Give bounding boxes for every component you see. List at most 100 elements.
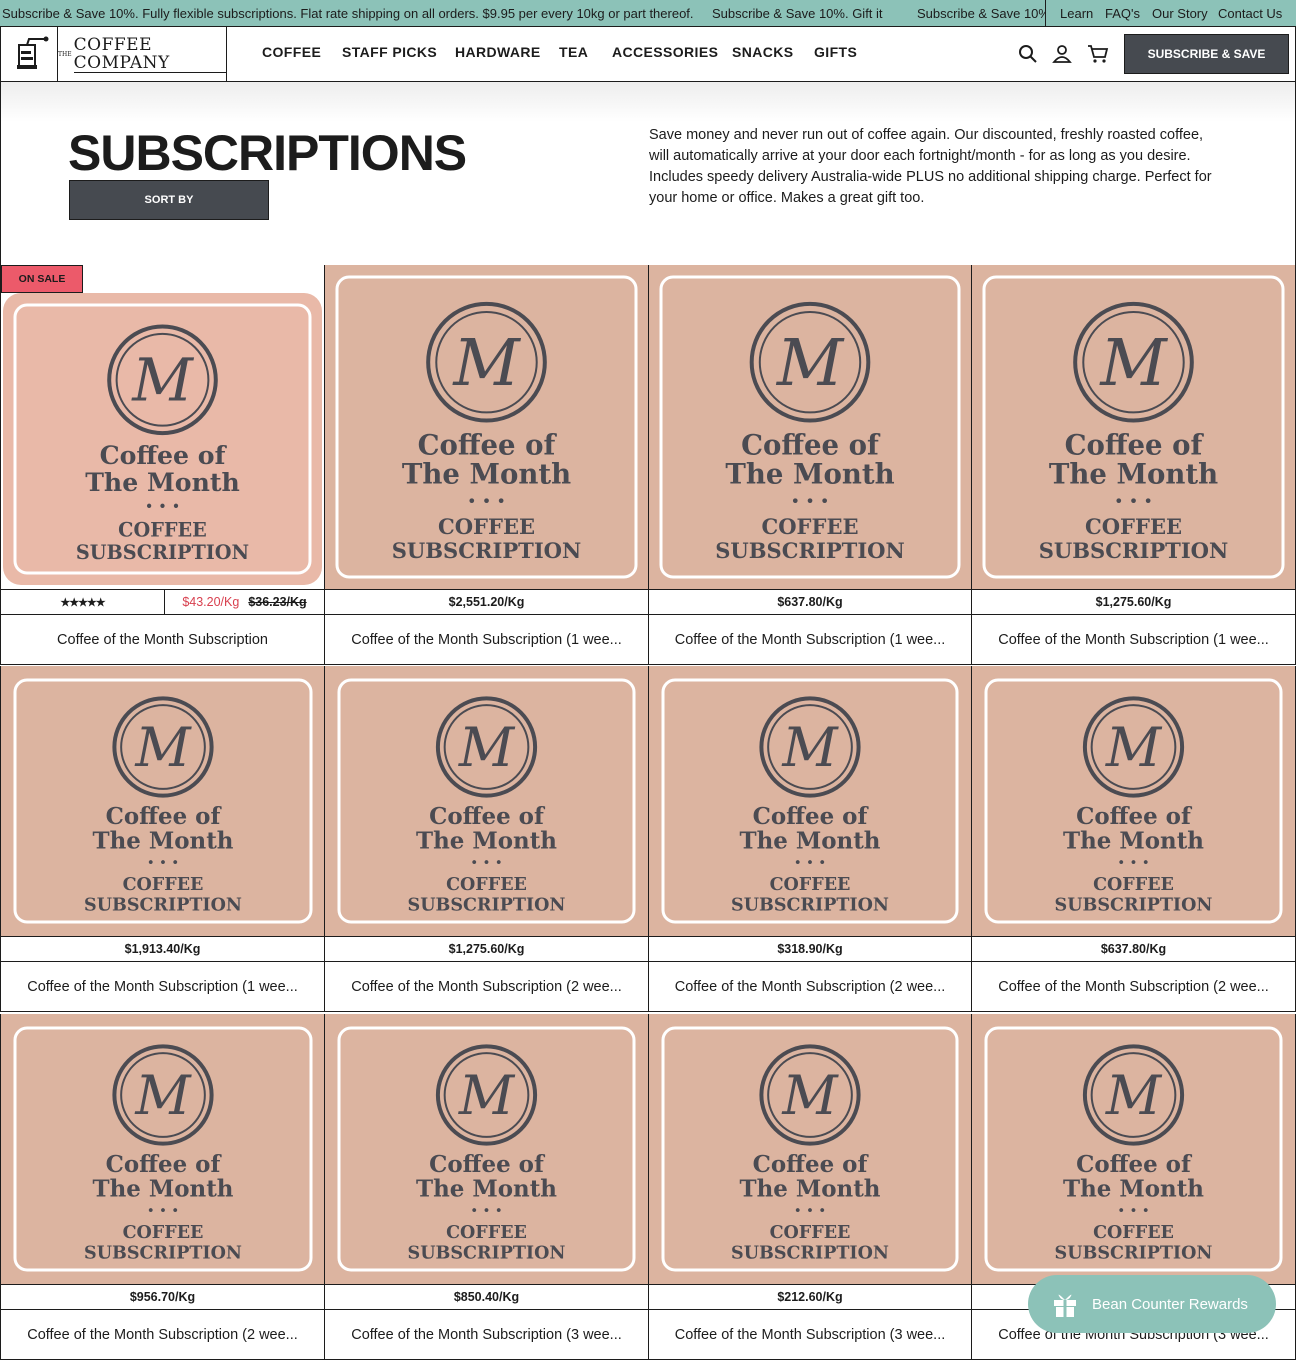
product-art-line-2: The Month <box>740 1175 881 1202</box>
product-price: $2,551.20/Kg <box>325 589 648 615</box>
nav-tea[interactable]: TEA <box>559 44 588 60</box>
product-art-dots: • • • <box>794 855 826 871</box>
product-image[interactable]: M Coffee of The Month • • • COFFEE SUBSC… <box>1 291 324 587</box>
cart-icon[interactable] <box>1087 44 1109 64</box>
product-art-line-1: Coffee of <box>418 430 558 462</box>
product-art-dots: • • • <box>147 855 179 871</box>
grinder-logo-icon[interactable] <box>1 27 58 81</box>
nav-accessories[interactable]: ACCESSORIES <box>612 44 718 60</box>
collection-hero: SUBSCRIPTIONS SORT BY Save money and nev… <box>0 82 1296 266</box>
product-image[interactable]: M Coffee of The Month • • • COFFEE SUBSC… <box>649 666 971 936</box>
collection-description: Save money and never run out of coffee a… <box>649 125 1229 209</box>
product-art-line-2: The Month <box>85 467 240 497</box>
product-title[interactable]: Coffee of the Month Subscription (1 wee.… <box>972 615 1295 665</box>
product-title[interactable]: Coffee of the Month Subscription (2 wee.… <box>972 962 1295 1012</box>
product-card[interactable]: M Coffee of The Month • • • COFFEE SUBSC… <box>325 265 649 665</box>
logo-prefix: THE <box>58 50 72 58</box>
product-card[interactable]: M Coffee of The Month • • • COFFEE SUBSC… <box>649 265 972 665</box>
product-card[interactable]: M Coffee of The Month • • • COFFEE SUBSC… <box>649 666 972 1012</box>
product-title[interactable]: Coffee of the Month Subscription (3 wee.… <box>649 1310 971 1360</box>
product-title-text: Coffee of the Month Subscription (2 wee.… <box>674 979 946 995</box>
search-icon[interactable] <box>1018 44 1038 64</box>
product-title-text: Coffee of the Month Subscription (2 wee.… <box>27 1327 298 1343</box>
product-art-line-4: SUBSCRIPTION <box>1039 538 1229 563</box>
product-art-dots: • • • <box>470 1203 502 1219</box>
product-card[interactable]: M Coffee of The Month • • • COFFEE SUBSC… <box>0 666 325 1012</box>
product-price: $637.80/Kg <box>972 936 1295 962</box>
product-image[interactable]: M Coffee of The Month • • • COFFEE SUBSC… <box>1 1014 324 1284</box>
product-price: $956.70/Kg <box>1 1284 324 1310</box>
sort-by-button[interactable]: SORT BY <box>69 180 269 220</box>
nav-staff-picks[interactable]: STAFF PICKS <box>342 44 437 60</box>
product-art-line-3: COFFEE <box>1085 514 1182 539</box>
product-card[interactable]: M Coffee of The Month • • • COFFEE SUBSC… <box>972 666 1296 1012</box>
product-art-line-2: The Month <box>93 1175 234 1202</box>
product-title[interactable]: Coffee of the Month Subscription (1 wee.… <box>649 615 971 665</box>
product-title[interactable]: Coffee of the Month Subscription (2 wee.… <box>649 962 971 1012</box>
product-monogram: M <box>458 1064 516 1127</box>
nav-gifts[interactable]: GIFTS <box>814 44 857 60</box>
account-icon[interactable] <box>1052 44 1072 64</box>
product-monogram: M <box>1105 1064 1163 1127</box>
nav-coffee[interactable]: COFFEE <box>262 44 321 60</box>
product-image[interactable]: M Coffee of The Month • • • COFFEE SUBSC… <box>649 1014 971 1284</box>
sale-price: $43.20/Kg <box>182 595 240 609</box>
product-art-line-4: SUBSCRIPTION <box>731 1243 889 1263</box>
product-title-text: Coffee of the Month Subscription (1 wee.… <box>674 632 946 648</box>
product-monogram: M <box>1105 716 1163 779</box>
product-art-line-3: COFFEE <box>770 1223 851 1243</box>
description-line: your home or office. Makes a great gift … <box>649 190 925 206</box>
product-card[interactable]: M Coffee of The Month • • • COFFEE SUBSC… <box>649 1014 972 1360</box>
nav-hardware[interactable]: HARDWARE <box>455 44 541 60</box>
product-title-text: Coffee of the Month Subscription (1 wee.… <box>27 979 298 995</box>
gift-icon <box>1054 1294 1076 1317</box>
product-art-line-4: SUBSCRIPTION <box>408 895 566 915</box>
product-title-text: Coffee of the Month Subscription (2 wee.… <box>351 979 622 995</box>
product-image[interactable]: M Coffee of The Month • • • COFFEE SUBSC… <box>325 1014 648 1284</box>
rating-stars: ★★★★★ <box>1 590 165 614</box>
product-price: $1,275.60/Kg <box>325 936 648 962</box>
top-link-our-story[interactable]: Our Story <box>1152 6 1208 21</box>
top-link-learn[interactable]: Learn <box>1060 6 1093 21</box>
product-monogram: M <box>781 716 839 779</box>
rewards-launcher[interactable]: Bean Counter Rewards <box>1028 1275 1276 1333</box>
product-title[interactable]: Coffee of the Month Subscription (2 wee.… <box>1 1310 324 1360</box>
product-title[interactable]: Coffee of the Month Subscription <box>1 615 324 665</box>
top-links: Learn FAQ's Our Story Contact Us <box>1045 0 1296 26</box>
subscribe-save-button[interactable]: SUBSCRIBE & SAVE <box>1124 34 1289 74</box>
product-art-line-1: Coffee of <box>1076 803 1193 830</box>
product-art-line-2: The Month <box>725 459 894 491</box>
product-title[interactable]: Coffee of the Month Subscription (2 wee.… <box>325 962 648 1012</box>
product-art-line-4: SUBSCRIPTION <box>84 1243 242 1263</box>
product-art-line-2: The Month <box>1049 459 1218 491</box>
product-art-line-4: SUBSCRIPTION <box>84 895 242 915</box>
product-image[interactable]: M Coffee of The Month • • • COFFEE SUBSC… <box>972 666 1295 936</box>
product-card[interactable]: M Coffee of The Month • • • COFFEE SUBSC… <box>972 265 1296 665</box>
product-image[interactable]: M Coffee of The Month • • • COFFEE SUBSC… <box>649 265 971 589</box>
product-image[interactable]: M Coffee of The Month • • • COFFEE SUBSC… <box>972 265 1295 589</box>
product-art-line-3: COFFEE <box>1093 875 1174 895</box>
product-card[interactable]: M Coffee of The Month • • • COFFEE SUBSC… <box>325 666 649 1012</box>
site-header: THE COFFEE COMPANY COFFEE STAFF PICKS HA… <box>0 27 1296 82</box>
product-image[interactable]: M Coffee of The Month • • • COFFEE SUBSC… <box>972 1014 1295 1284</box>
product-art-dots: • • • <box>794 1203 826 1219</box>
product-card[interactable]: M Coffee of The Month • • • COFFEE SUBSC… <box>0 1014 325 1360</box>
brand-logo[interactable]: THE COFFEE COMPANY <box>58 27 227 81</box>
product-art-line-1: Coffee of <box>106 803 223 830</box>
product-monogram: M <box>776 326 845 401</box>
top-link-contact[interactable]: Contact Us <box>1218 6 1282 21</box>
product-title[interactable]: Coffee of the Month Subscription (1 wee.… <box>1 962 324 1012</box>
product-title[interactable]: Coffee of the Month Subscription (3 wee.… <box>325 1310 648 1360</box>
product-art-line-3: COFFEE <box>123 875 204 895</box>
announcement-text: Subscribe & Save 10%. Gift it <box>712 6 883 21</box>
top-link-faqs[interactable]: FAQ's <box>1105 6 1140 21</box>
product-image[interactable]: M Coffee of The Month • • • COFFEE SUBSC… <box>325 666 648 936</box>
product-art-line-4: SUBSCRIPTION <box>76 541 249 564</box>
product-card[interactable]: M Coffee of The Month • • • COFFEE SUBSC… <box>325 1014 649 1360</box>
product-title[interactable]: Coffee of the Month Subscription (1 wee.… <box>325 615 648 665</box>
product-card[interactable]: ON SALE M Coffee of The Month • • • COFF… <box>0 265 325 665</box>
product-title-text: Coffee of the Month Subscription (2 wee.… <box>998 979 1269 995</box>
product-image[interactable]: M Coffee of The Month • • • COFFEE SUBSC… <box>1 666 324 936</box>
nav-snacks[interactable]: SNACKS <box>732 44 794 60</box>
product-image[interactable]: M Coffee of The Month • • • COFFEE SUBSC… <box>325 265 648 589</box>
